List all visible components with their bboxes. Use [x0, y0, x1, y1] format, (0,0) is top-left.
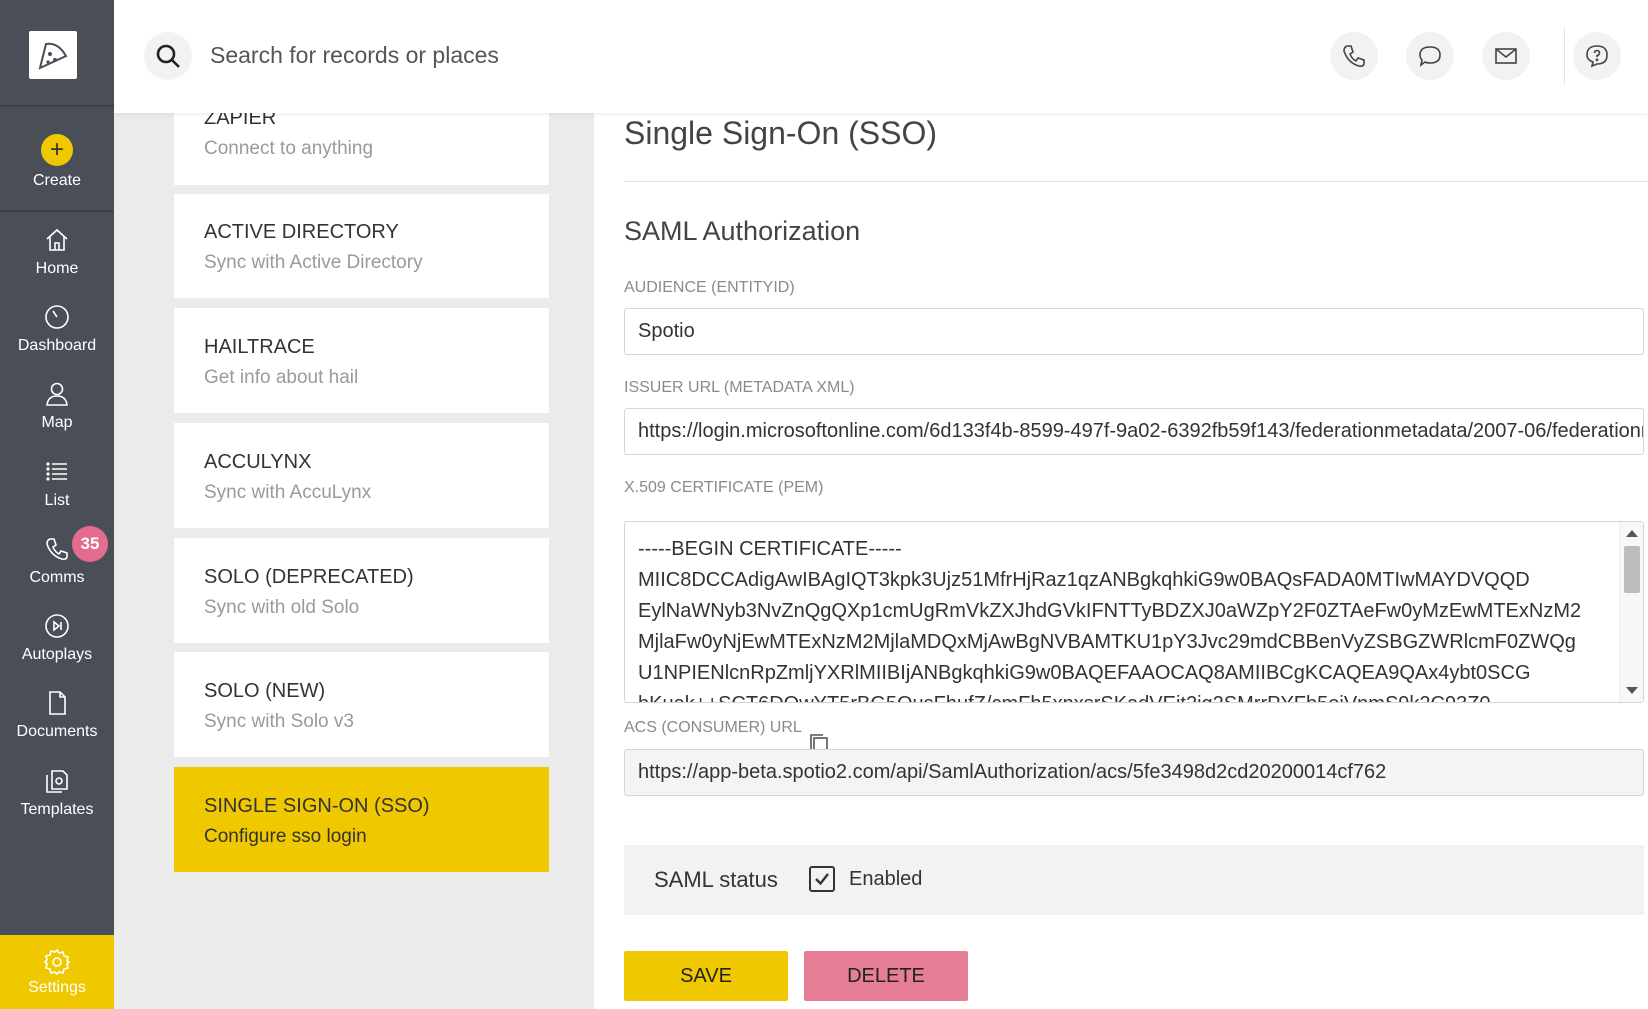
app-logo[interactable]: [29, 31, 77, 79]
phone-icon: [41, 533, 73, 565]
nav-label-list: List: [44, 492, 70, 509]
nav-label-map: Map: [41, 414, 73, 431]
gauge-icon: [41, 301, 73, 333]
nav-label-home: Home: [35, 260, 79, 277]
integration-card-sso[interactable]: SINGLE SIGN-ON (SSO) Configure sso login: [174, 767, 549, 872]
phone-icon: [1343, 45, 1365, 68]
nav-item-home[interactable]: Home: [0, 224, 114, 278]
nav-label-documents: Documents: [16, 723, 98, 740]
nav-label-dashboard: Dashboard: [17, 337, 97, 354]
acs-url-label: ACS (CONSUMER) URL: [624, 719, 802, 736]
integration-subtitle: Connect to anything: [204, 138, 374, 159]
checkmark-icon: [815, 873, 829, 886]
integration-subtitle: Configure sso login: [204, 826, 367, 847]
call-button[interactable]: [1330, 32, 1378, 80]
home-icon: [41, 224, 73, 256]
help-button[interactable]: [1573, 32, 1621, 80]
save-button[interactable]: SAVE: [624, 951, 788, 1001]
nav-item-map[interactable]: Map: [0, 378, 114, 432]
pizza-logo-icon: [38, 42, 68, 70]
certificate-textarea[interactable]: -----BEGIN CERTIFICATE----- MIIC8DCCAdig…: [624, 521, 1644, 703]
nav-label-comms: Comms: [29, 569, 85, 586]
integration-subtitle: Get info about hail: [204, 367, 359, 388]
integration-card-active-directory[interactable]: ACTIVE DIRECTORY Sync with Active Direct…: [174, 194, 549, 298]
comms-count-badge: 35: [72, 526, 108, 562]
search-icon: [156, 44, 180, 68]
integrations-list: ZAPIER Connect to anything ACTIVE DIRECT…: [114, 0, 594, 1009]
chat-button[interactable]: [1406, 32, 1454, 80]
scroll-down-arrow-icon[interactable]: [1626, 687, 1638, 694]
page-title: Single Sign-On (SSO): [624, 115, 938, 151]
certificate-text: -----BEGIN CERTIFICATE----- MIIC8DCCAdig…: [638, 538, 1582, 702]
saml-status-label: SAML status: [654, 867, 778, 892]
help-icon: [1586, 45, 1608, 68]
saml-status-row: SAML status Enabled: [624, 845, 1644, 915]
nav-item-settings[interactable]: Settings: [0, 935, 114, 1009]
nav-item-dashboard[interactable]: Dashboard: [0, 301, 114, 355]
integration-subtitle: Sync with AccuLynx: [204, 482, 372, 503]
integration-title: HAILTRACE: [204, 336, 315, 358]
integration-title: ACTIVE DIRECTORY: [204, 221, 399, 243]
integration-title: SOLO (NEW): [204, 680, 326, 702]
user-pin-icon: [41, 378, 73, 410]
acs-url-field[interactable]: https://app-beta.spotio2.com/api/SamlAut…: [624, 749, 1644, 796]
delete-button[interactable]: DELETE: [804, 951, 968, 1001]
nav-label-templates: Templates: [20, 801, 94, 818]
nav-item-list[interactable]: List: [0, 456, 114, 510]
nav-item-comms[interactable]: Comms 35: [0, 526, 114, 587]
plus-icon: +: [41, 134, 73, 166]
mail-icon: [1495, 48, 1517, 64]
document-icon: [41, 687, 73, 719]
nav-label-autoplays: Autoplays: [21, 646, 93, 663]
audience-field[interactable]: Spotio: [624, 308, 1644, 355]
main-nav: + Create Home Dashboard Map List Comms 3…: [0, 0, 114, 1009]
search-button[interactable]: [144, 32, 192, 80]
audience-label: AUDIENCE (ENTITYID): [624, 279, 795, 296]
certificate-label: X.509 CERTIFICATE (PEM): [624, 479, 824, 496]
create-label: Create: [32, 172, 82, 189]
integration-card-hailtrace[interactable]: HAILTRACE Get info about hail: [174, 308, 549, 413]
create-button[interactable]: + Create: [0, 134, 114, 190]
enabled-label: Enabled: [849, 868, 923, 890]
scroll-up-arrow-icon[interactable]: [1626, 530, 1638, 537]
nav-item-documents[interactable]: Documents: [0, 687, 114, 741]
integration-subtitle: Sync with Solo v3: [204, 711, 354, 732]
list-icon: [41, 456, 73, 488]
issuer-url-field[interactable]: https://login.microsoftonline.com/6d133f…: [624, 408, 1644, 455]
integration-title: ACCULYNX: [204, 451, 312, 473]
integration-card-acculynx[interactable]: ACCULYNX Sync with AccuLynx: [174, 423, 549, 528]
templates-icon: [41, 765, 73, 797]
scroll-thumb[interactable]: [1624, 546, 1640, 593]
integration-title: SOLO (DEPRECATED): [204, 566, 414, 588]
enabled-checkbox[interactable]: [809, 866, 835, 892]
email-button[interactable]: [1482, 32, 1530, 80]
top-bar: Search for records or places: [114, 0, 1648, 113]
search-input[interactable]: Search for records or places: [210, 42, 499, 69]
sso-settings-panel: Single Sign-On (SSO) SAML Authorization …: [594, 0, 1648, 1009]
chat-bubble-icon: [1419, 46, 1441, 67]
integration-subtitle: Sync with Active Directory: [204, 252, 423, 273]
certificate-scrollbar[interactable]: [1619, 522, 1643, 702]
section-title: SAML Authorization: [624, 216, 861, 246]
play-skip-icon: [41, 610, 73, 642]
integration-card-solo-new[interactable]: SOLO (NEW) Sync with Solo v3: [174, 652, 549, 757]
gear-icon: [43, 948, 71, 976]
nav-label-settings: Settings: [28, 979, 86, 996]
nav-item-templates[interactable]: Templates: [0, 765, 114, 819]
issuer-url-label: ISSUER URL (METADATA XML): [624, 379, 855, 396]
integration-title: SINGLE SIGN-ON (SSO): [204, 795, 430, 817]
nav-item-autoplays[interactable]: Autoplays: [0, 610, 114, 664]
integration-card-solo-deprecated[interactable]: SOLO (DEPRECATED) Sync with old Solo: [174, 538, 549, 643]
integration-subtitle: Sync with old Solo: [204, 597, 360, 618]
